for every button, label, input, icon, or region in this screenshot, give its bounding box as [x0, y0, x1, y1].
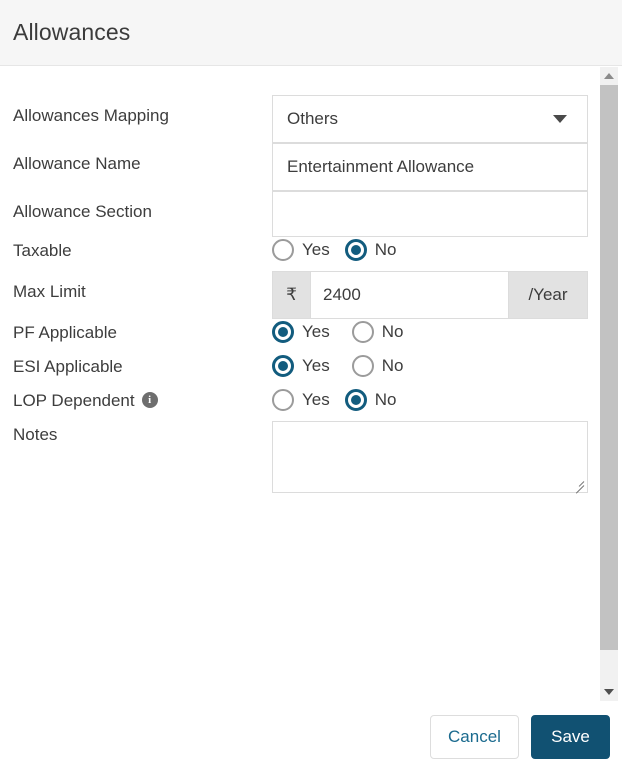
- form-body: Allowances Mapping Others Allowance Name…: [0, 67, 600, 494]
- pf-applicable-radio-group: Yes No: [272, 319, 600, 343]
- form-row-notes: Notes: [0, 421, 600, 494]
- panel-header: Allowances: [0, 0, 622, 66]
- radio-circle-icon: [351, 355, 374, 377]
- scroll-up-arrow-icon: [604, 73, 614, 79]
- taxable-radio-group: Yes No: [272, 237, 600, 261]
- form-row-taxable: Taxable Yes No: [0, 237, 600, 271]
- lop-dependent-no-label: No: [374, 390, 397, 409]
- radio-circle-selected-icon: [272, 321, 294, 343]
- lop-dependent-radio-group: Yes No: [272, 387, 600, 411]
- label-max-limit: Max Limit: [13, 282, 86, 301]
- pf-applicable-no-label: No: [381, 322, 404, 341]
- lop-dependent-label-text: LOP Dependent: [13, 391, 135, 410]
- taxable-yes-label: Yes: [302, 240, 330, 259]
- scroll-down-arrow-icon: [604, 689, 614, 695]
- form-row-lop-dependent: LOP Dependent i Yes No: [0, 387, 600, 421]
- radio-circle-icon: [272, 239, 294, 261]
- label-lop-dependent: LOP Dependent i: [13, 387, 272, 412]
- save-button[interactable]: Save: [531, 715, 610, 759]
- scroll-down-button[interactable]: [600, 683, 618, 701]
- scrollbar-thumb[interactable]: [600, 85, 618, 650]
- field-allowances-mapping: Others: [272, 95, 600, 143]
- dialog-footer: Cancel Save: [0, 701, 622, 773]
- field-notes: [272, 421, 600, 494]
- radio-circle-icon: [272, 389, 294, 411]
- form-row-allowance-name: Allowance Name: [0, 143, 600, 191]
- form-row-esi-applicable: ESI Applicable Yes No: [0, 353, 600, 387]
- lop-dependent-radio-yes[interactable]: Yes: [272, 389, 330, 411]
- form-row-pf-applicable: PF Applicable Yes No: [0, 319, 600, 353]
- field-allowance-section: [272, 191, 600, 237]
- vertical-scrollbar[interactable]: [600, 67, 618, 701]
- field-esi-applicable: Yes No: [272, 353, 600, 377]
- cancel-button[interactable]: Cancel: [430, 715, 519, 759]
- esi-applicable-radio-group: Yes No: [272, 353, 600, 377]
- label-allowance-section: Allowance Section: [13, 202, 152, 221]
- lop-dependent-radio-no[interactable]: No: [344, 389, 397, 411]
- pf-applicable-radio-yes[interactable]: Yes: [272, 321, 330, 343]
- taxable-no-label: No: [374, 240, 397, 259]
- allowances-mapping-select[interactable]: Others: [272, 95, 588, 143]
- chevron-down-icon: [553, 115, 567, 123]
- radio-circle-selected-icon: [272, 355, 294, 377]
- label-notes: Notes: [13, 425, 58, 444]
- pf-applicable-yes-label: Yes: [302, 322, 330, 341]
- taxable-radio-yes[interactable]: Yes: [272, 239, 330, 261]
- lop-dependent-yes-label: Yes: [302, 390, 330, 409]
- field-max-limit: ₹ /Year: [272, 271, 600, 319]
- field-allowance-name: [272, 143, 600, 191]
- allowance-section-input[interactable]: [272, 191, 588, 237]
- taxable-radio-no[interactable]: No: [344, 239, 397, 261]
- label-pf-applicable: PF Applicable: [13, 323, 117, 342]
- field-lop-dependent: Yes No: [272, 387, 600, 411]
- form-row-allowances-mapping: Allowances Mapping Others: [0, 95, 600, 143]
- form-scroll-region: Allowances Mapping Others Allowance Name…: [0, 67, 600, 701]
- form-row-max-limit: Max Limit ₹ /Year: [0, 271, 600, 319]
- pf-applicable-radio-no[interactable]: No: [351, 321, 404, 343]
- allowances-dialog: Allowances Allowances Mapping Others All…: [0, 0, 622, 773]
- esi-applicable-radio-yes[interactable]: Yes: [272, 355, 330, 377]
- esi-applicable-yes-label: Yes: [302, 356, 330, 375]
- field-taxable: Yes No: [272, 237, 600, 261]
- label-esi-applicable: ESI Applicable: [13, 357, 123, 376]
- esi-applicable-no-label: No: [381, 356, 404, 375]
- allowance-name-input[interactable]: [272, 143, 588, 191]
- field-pf-applicable: Yes No: [272, 319, 600, 343]
- max-limit-input-group: ₹ /Year: [272, 271, 588, 319]
- esi-applicable-radio-no[interactable]: No: [351, 355, 404, 377]
- label-allowances-mapping: Allowances Mapping: [13, 106, 169, 125]
- radio-circle-selected-icon: [344, 239, 367, 261]
- label-taxable: Taxable: [13, 241, 72, 260]
- page-title: Allowances: [13, 19, 131, 45]
- notes-wrapper: [272, 421, 588, 494]
- label-allowance-name: Allowance Name: [13, 154, 141, 173]
- max-limit-period-addon: /Year: [508, 272, 587, 318]
- info-icon[interactable]: i: [141, 392, 158, 408]
- scroll-up-button[interactable]: [600, 67, 618, 85]
- allowances-mapping-value: Others: [287, 109, 339, 128]
- radio-circle-selected-icon: [344, 389, 367, 411]
- form-row-allowance-section: Allowance Section: [0, 191, 600, 237]
- notes-textarea[interactable]: [272, 421, 588, 493]
- currency-symbol-addon: ₹: [273, 272, 311, 318]
- radio-circle-icon: [351, 321, 374, 343]
- max-limit-input[interactable]: [311, 272, 508, 318]
